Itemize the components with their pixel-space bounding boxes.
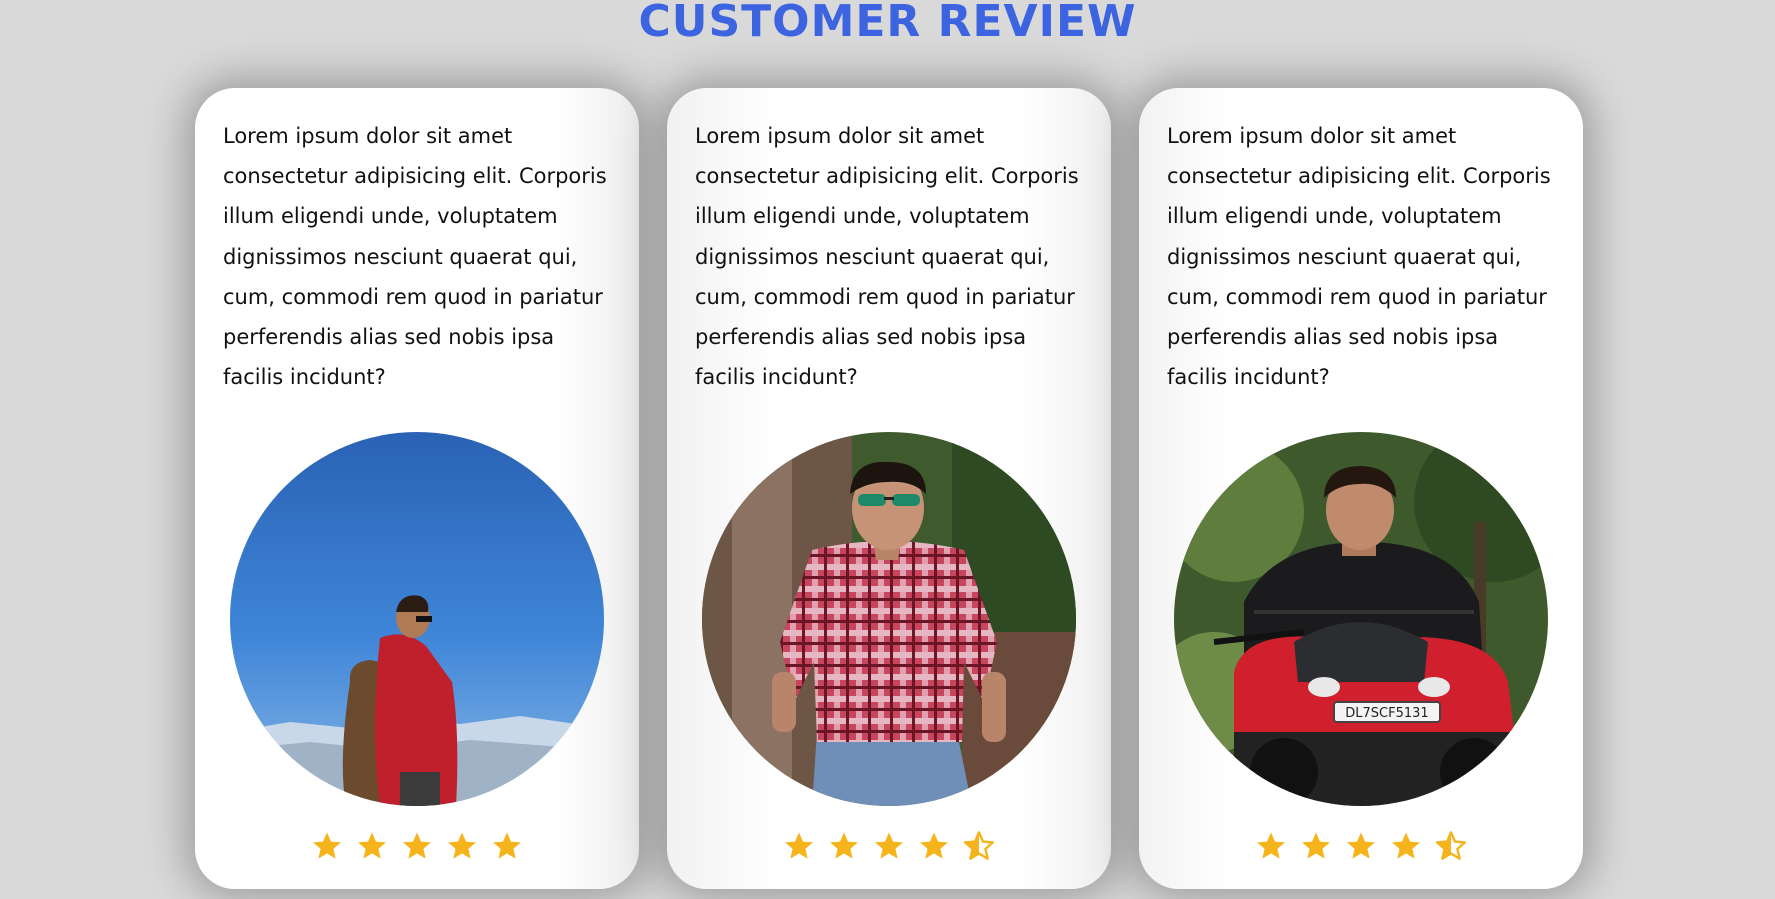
star-full-icon [1392,832,1420,859]
review-card: Lorem ipsum dolor sit amet consectetur a… [667,88,1111,889]
customer-photo [702,432,1076,806]
rating-stars [1139,830,1583,862]
star-full-icon [313,832,341,859]
star-full-icon [830,832,858,859]
review-text: Lorem ipsum dolor sit amet consectetur a… [223,124,607,390]
review-text: Lorem ipsum dolor sit amet consectetur a… [695,124,1079,390]
rating-stars [667,830,1111,862]
customer-photo [230,432,604,806]
person-red-jacket-sky-photo [230,432,604,806]
review-text: Lorem ipsum dolor sit amet consectetur a… [1167,124,1551,390]
license-plate: DL7SCF5131 [1345,706,1428,721]
star-full-icon [920,832,948,859]
star-full-icon [1347,832,1375,859]
star-full-icon [1302,832,1330,859]
star-half-icon [963,831,995,860]
person-plaid-shirt-tree-photo [702,432,1076,806]
review-card: Lorem ipsum dolor sit amet consectetur a… [1139,88,1583,889]
star-full-icon [1257,832,1285,859]
star-full-icon [448,832,476,859]
star-full-icon [493,832,521,859]
review-cards: Lorem ipsum dolor sit amet consectetur a… [195,88,1583,889]
customer-photo: DL7SCF5131 [1174,432,1548,806]
star-half-icon [1435,831,1467,860]
page-title: CUSTOMER REVIEW [638,0,1137,47]
star-full-icon [875,832,903,859]
rating-stars [195,830,639,862]
star-full-icon [785,832,813,859]
review-card: Lorem ipsum dolor sit amet consectetur a… [195,88,639,889]
person-motorcycle-forest-photo: DL7SCF5131 [1174,432,1548,806]
star-full-icon [403,832,431,859]
star-full-icon [358,832,386,859]
